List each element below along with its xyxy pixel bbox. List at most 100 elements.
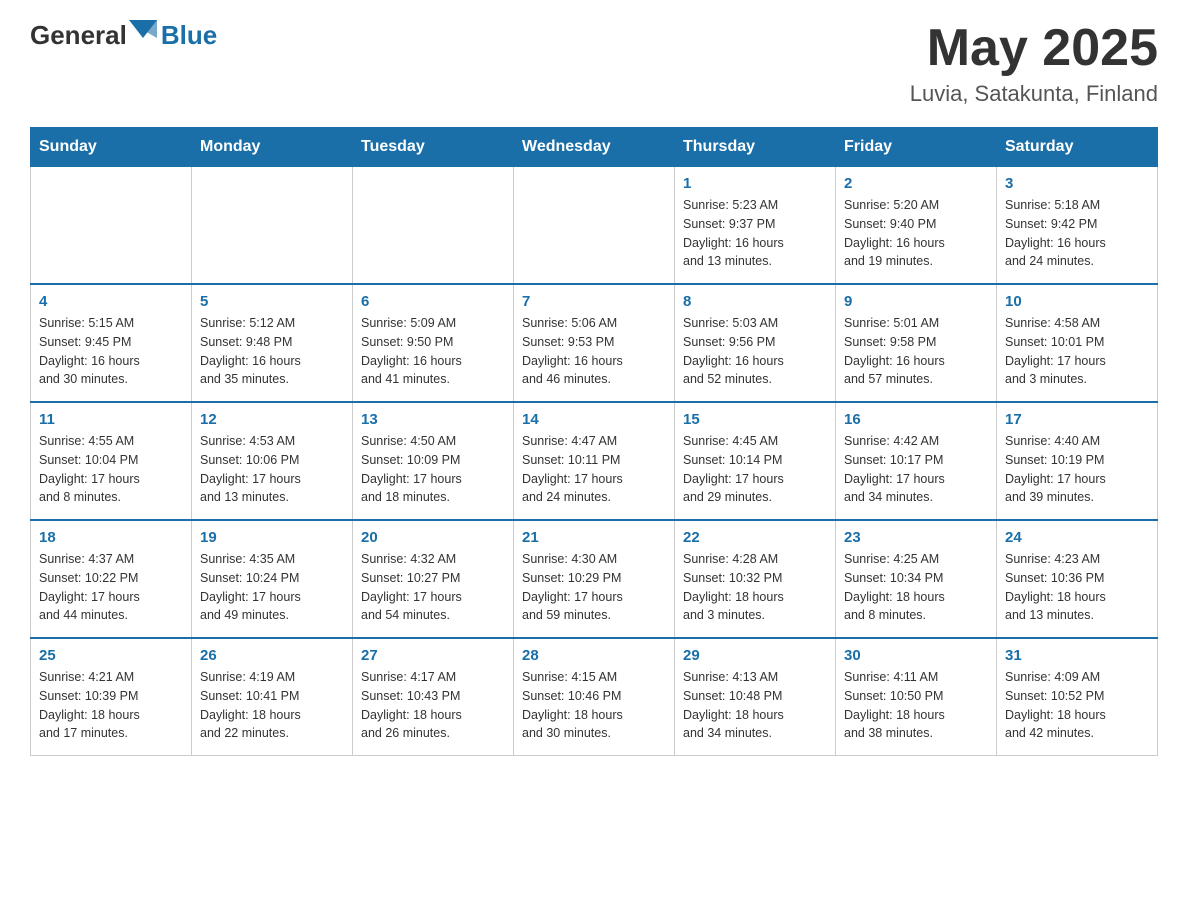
calendar-cell: 31 Sunrise: 4:09 AM Sunset: 10:52 PM Dayl… (997, 638, 1158, 756)
calendar-cell: 8Sunrise: 5:03 AM Sunset: 9:56 PM Daylig… (675, 284, 836, 402)
day-number: 19 (200, 529, 344, 546)
day-number: 31 (1005, 647, 1149, 664)
day-number: 11 (39, 411, 183, 428)
logo: General Blue (30, 20, 217, 51)
day-number: 13 (361, 411, 505, 428)
calendar-week-row: 4 Sunrise: 5:15 AM Sunset: 9:45 PM Daylig… (31, 284, 1158, 402)
calendar-cell: 5 Sunrise: 5:12 AM Sunset: 9:48 PM Daylig… (192, 284, 353, 402)
calendar-cell (514, 167, 675, 285)
calendar-cell: 2 Sunrise: 5:20 AM Sunset: 9:40 PM Daylig… (836, 167, 997, 285)
calendar-cell (31, 167, 192, 285)
calendar-cell: 3 Sunrise: 5:18 AM Sunset: 9:42 PM Daylig… (997, 167, 1158, 285)
location-text: Luvia, Satakunta, Finland (910, 81, 1158, 107)
day-info: Sunrise: 5:12 AM Sunset: 9:48 PM Dayligh… (200, 314, 344, 389)
day-info: Sunrise: 4:35 AM Sunset: 10:24 PM Daylig… (200, 550, 344, 625)
calendar-week-row: 1 Sunrise: 5:23 AM Sunset: 9:37 PM Daylig… (31, 167, 1158, 285)
calendar-cell: 11 Sunrise: 4:55 AM Sunset: 10:04 PM Dayl… (31, 402, 192, 520)
day-info: Sunrise: 5:18 AM Sunset: 9:42 PM Dayligh… (1005, 196, 1149, 271)
day-info: Sunrise: 4:25 AM Sunset: 10:34 PM Daylig… (844, 550, 988, 625)
calendar-cell: 9 Sunrise: 5:01 AM Sunset: 9:58 PM Daylig… (836, 284, 997, 402)
weekday-header-thursday: Thursday (675, 128, 836, 167)
day-info: Sunrise: 4:19 AM Sunset: 10:41 PM Daylig… (200, 668, 344, 743)
calendar-cell: 13 Sunrise: 4:50 AM Sunset: 10:09 PM Dayl… (353, 402, 514, 520)
day-number: 25 (39, 647, 183, 664)
day-info: Sunrise: 4:09 AM Sunset: 10:52 PM Daylig… (1005, 668, 1149, 743)
day-number: 28 (522, 647, 666, 664)
day-info: Sunrise: 5:15 AM Sunset: 9:45 PM Dayligh… (39, 314, 183, 389)
day-number: 14 (522, 411, 666, 428)
day-info: Sunrise: 4:55 AM Sunset: 10:04 PM Daylig… (39, 432, 183, 507)
day-info: Sunrise: 4:58 AM Sunset: 10:01 PM Daylig… (1005, 314, 1149, 389)
weekday-header-row: SundayMondayTuesdayWednesdayThursdayFrid… (31, 128, 1158, 167)
weekday-header-sunday: Sunday (31, 128, 192, 167)
calendar-cell: 17Sunrise: 4:40 AM Sunset: 10:19 PM Dayl… (997, 402, 1158, 520)
day-number: 26 (200, 647, 344, 664)
day-info: Sunrise: 4:23 AM Sunset: 10:36 PM Daylig… (1005, 550, 1149, 625)
weekday-header-friday: Friday (836, 128, 997, 167)
calendar-cell: 28 Sunrise: 4:15 AM Sunset: 10:46 PM Dayl… (514, 638, 675, 756)
day-number: 30 (844, 647, 988, 664)
day-number: 10 (1005, 293, 1149, 310)
day-info: Sunrise: 4:11 AM Sunset: 10:50 PM Daylig… (844, 668, 988, 743)
day-info: Sunrise: 5:09 AM Sunset: 9:50 PM Dayligh… (361, 314, 505, 389)
day-number: 16 (844, 411, 988, 428)
weekday-header-tuesday: Tuesday (353, 128, 514, 167)
day-info: Sunrise: 4:45 AM Sunset: 10:14 PM Daylig… (683, 432, 827, 507)
day-info: Sunrise: 4:30 AM Sunset: 10:29 PM Daylig… (522, 550, 666, 625)
calendar-cell: 16Sunrise: 4:42 AM Sunset: 10:17 PM Dayl… (836, 402, 997, 520)
day-number: 6 (361, 293, 505, 310)
day-info: Sunrise: 5:23 AM Sunset: 9:37 PM Dayligh… (683, 196, 827, 271)
calendar-cell: 26 Sunrise: 4:19 AM Sunset: 10:41 PM Dayl… (192, 638, 353, 756)
calendar-cell: 30 Sunrise: 4:11 AM Sunset: 10:50 PM Dayl… (836, 638, 997, 756)
calendar-week-row: 18Sunrise: 4:37 AM Sunset: 10:22 PM Dayl… (31, 520, 1158, 638)
day-info: Sunrise: 4:32 AM Sunset: 10:27 PM Daylig… (361, 550, 505, 625)
day-number: 29 (683, 647, 827, 664)
calendar-cell: 23 Sunrise: 4:25 AM Sunset: 10:34 PM Dayl… (836, 520, 997, 638)
day-info: Sunrise: 5:01 AM Sunset: 9:58 PM Dayligh… (844, 314, 988, 389)
day-number: 23 (844, 529, 988, 546)
calendar-cell: 20 Sunrise: 4:32 AM Sunset: 10:27 PM Dayl… (353, 520, 514, 638)
day-number: 9 (844, 293, 988, 310)
day-number: 3 (1005, 175, 1149, 192)
month-title: May 2025 (910, 20, 1158, 77)
day-number: 5 (200, 293, 344, 310)
day-number: 20 (361, 529, 505, 546)
day-info: Sunrise: 4:17 AM Sunset: 10:43 PM Daylig… (361, 668, 505, 743)
calendar-cell: 4 Sunrise: 5:15 AM Sunset: 9:45 PM Daylig… (31, 284, 192, 402)
weekday-header-wednesday: Wednesday (514, 128, 675, 167)
day-info: Sunrise: 4:28 AM Sunset: 10:32 PM Daylig… (683, 550, 827, 625)
day-info: Sunrise: 4:50 AM Sunset: 10:09 PM Daylig… (361, 432, 505, 507)
calendar-cell: 15 Sunrise: 4:45 AM Sunset: 10:14 PM Dayl… (675, 402, 836, 520)
day-number: 7 (522, 293, 666, 310)
calendar-cell: 25 Sunrise: 4:21 AM Sunset: 10:39 PM Dayl… (31, 638, 192, 756)
calendar-cell: 24Sunrise: 4:23 AM Sunset: 10:36 PM Dayl… (997, 520, 1158, 638)
page-header: General Blue May 2025 Luvia, Satakunta, … (30, 20, 1158, 107)
calendar-cell: 18Sunrise: 4:37 AM Sunset: 10:22 PM Dayl… (31, 520, 192, 638)
calendar-cell: 19 Sunrise: 4:35 AM Sunset: 10:24 PM Dayl… (192, 520, 353, 638)
day-number: 2 (844, 175, 988, 192)
day-info: Sunrise: 4:53 AM Sunset: 10:06 PM Daylig… (200, 432, 344, 507)
day-number: 27 (361, 647, 505, 664)
day-info: Sunrise: 5:03 AM Sunset: 9:56 PM Dayligh… (683, 314, 827, 389)
day-info: Sunrise: 5:20 AM Sunset: 9:40 PM Dayligh… (844, 196, 988, 271)
calendar-week-row: 11 Sunrise: 4:55 AM Sunset: 10:04 PM Dayl… (31, 402, 1158, 520)
day-number: 4 (39, 293, 183, 310)
calendar-cell: 6 Sunrise: 5:09 AM Sunset: 9:50 PM Daylig… (353, 284, 514, 402)
day-number: 17 (1005, 411, 1149, 428)
day-info: Sunrise: 4:21 AM Sunset: 10:39 PM Daylig… (39, 668, 183, 743)
calendar-cell: 27 Sunrise: 4:17 AM Sunset: 10:43 PM Dayl… (353, 638, 514, 756)
weekday-header-saturday: Saturday (997, 128, 1158, 167)
calendar-cell (192, 167, 353, 285)
day-number: 12 (200, 411, 344, 428)
calendar-table: SundayMondayTuesdayWednesdayThursdayFrid… (30, 127, 1158, 756)
day-info: Sunrise: 4:13 AM Sunset: 10:48 PM Daylig… (683, 668, 827, 743)
logo-general-text: General (30, 20, 127, 51)
calendar-week-row: 25 Sunrise: 4:21 AM Sunset: 10:39 PM Dayl… (31, 638, 1158, 756)
day-number: 1 (683, 175, 827, 192)
day-info: Sunrise: 4:37 AM Sunset: 10:22 PM Daylig… (39, 550, 183, 625)
day-info: Sunrise: 4:15 AM Sunset: 10:46 PM Daylig… (522, 668, 666, 743)
calendar-cell: 7Sunrise: 5:06 AM Sunset: 9:53 PM Daylig… (514, 284, 675, 402)
day-number: 15 (683, 411, 827, 428)
calendar-cell: 10 Sunrise: 4:58 AM Sunset: 10:01 PM Dayl… (997, 284, 1158, 402)
day-number: 22 (683, 529, 827, 546)
